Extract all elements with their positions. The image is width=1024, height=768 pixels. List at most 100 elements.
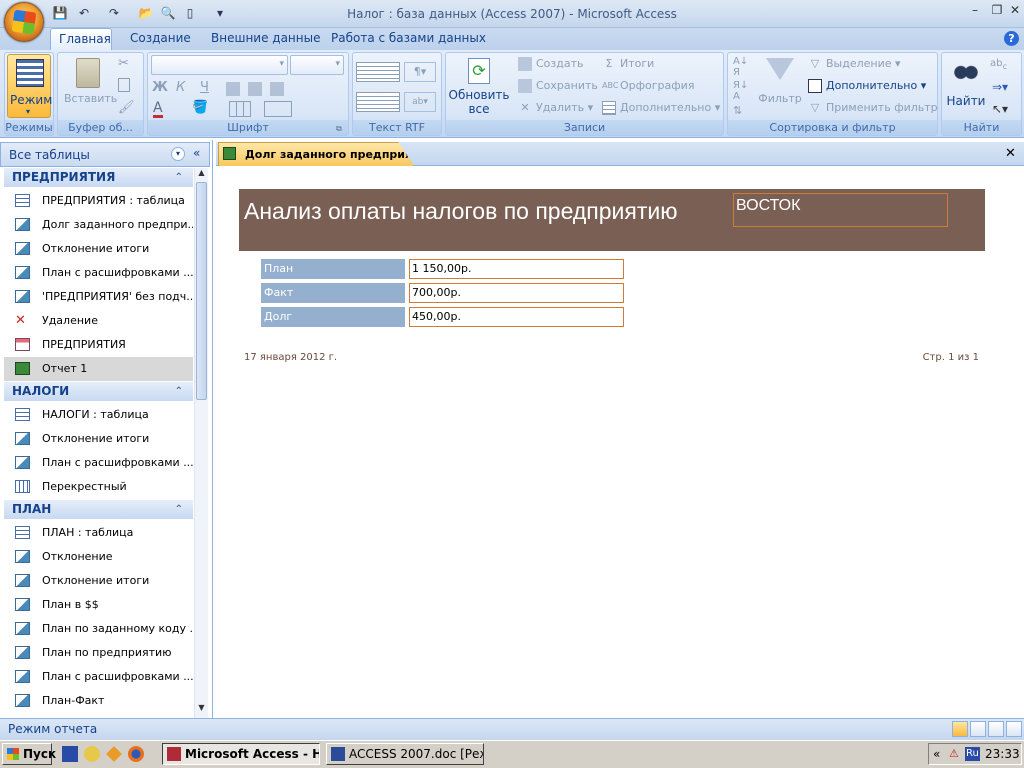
- more-records-icon: [602, 101, 616, 115]
- nav-pane-header[interactable]: Все таблицы ▾ «: [0, 142, 210, 167]
- underline-button[interactable]: Ч: [200, 80, 209, 95]
- taskbar-access-task[interactable]: Microsoft Access - На...: [162, 743, 320, 765]
- goto-icon[interactable]: ⇒▾: [992, 80, 1008, 94]
- scroll-thumb[interactable]: [196, 182, 207, 400]
- nav-group-header[interactable]: ПЛАН ⌃: [4, 500, 193, 519]
- design-view-icon[interactable]: [1006, 721, 1022, 737]
- nav-menu-chevron-icon[interactable]: ▾: [171, 147, 185, 161]
- help-icon[interactable]: ?: [1004, 31, 1019, 46]
- refresh-all-button[interactable]: ⟳ Обновить все: [448, 56, 510, 118]
- layout-view-icon[interactable]: [988, 721, 1004, 737]
- taskbar-word-task[interactable]: ACCESS 2007.doc [Режи...: [326, 743, 484, 765]
- advanced-filter-button[interactable]: Дополнительно ▾: [808, 79, 926, 93]
- apply-filter-button[interactable]: ▽ Применить фильтр: [808, 101, 938, 115]
- spelling-button[interactable]: ABC Орфография: [602, 79, 694, 93]
- sort-descending-icon[interactable]: Я↓ A: [733, 80, 748, 102]
- bold-button[interactable]: Ж: [152, 80, 168, 95]
- delete-record-button[interactable]: ✕ Удалить ▾: [518, 101, 593, 115]
- quicklaunch-app-icon[interactable]: [84, 746, 100, 762]
- nav-item[interactable]: План с расшифровками ...: [4, 665, 193, 689]
- format-painter-icon[interactable]: 🖌: [118, 100, 135, 115]
- paste-button[interactable]: Вставить: [64, 56, 117, 114]
- font-color-button[interactable]: A: [153, 101, 163, 118]
- find-button[interactable]: Найти: [944, 56, 988, 114]
- nav-item[interactable]: Отклонение итоги: [4, 427, 193, 451]
- firefox-icon[interactable]: [128, 746, 144, 762]
- copy-icon[interactable]: [118, 78, 130, 92]
- minimize-icon[interactable]: –: [966, 3, 984, 17]
- shutter-bar-close-icon[interactable]: «: [193, 146, 200, 160]
- save-record-button[interactable]: Сохранить: [518, 79, 598, 93]
- nav-item[interactable]: План по предприятию: [4, 641, 193, 665]
- collapse-chevron-icon[interactable]: ⌃: [175, 500, 183, 519]
- nav-item[interactable]: План по заданному коду ...: [4, 617, 193, 641]
- nav-item[interactable]: Перекрестный: [4, 475, 193, 499]
- sort-ascending-icon[interactable]: A↓ Я: [733, 56, 748, 78]
- query-icon: [15, 242, 30, 255]
- language-indicator[interactable]: Ru: [965, 747, 980, 761]
- close-icon[interactable]: ✕: [1006, 3, 1024, 17]
- tab-create[interactable]: Создание: [122, 28, 199, 50]
- align-buttons[interactable]: [226, 82, 292, 96]
- view-button[interactable]: Режим ▾: [7, 54, 52, 118]
- totals-button[interactable]: Σ Итоги: [602, 57, 655, 71]
- indent-icon[interactable]: [356, 62, 400, 82]
- select-cursor-icon[interactable]: ↖▾: [992, 102, 1008, 116]
- italic-button[interactable]: К: [176, 80, 185, 95]
- tab-database-tools[interactable]: Работа с базами данных: [323, 28, 494, 50]
- filter-button[interactable]: Фильтр: [757, 56, 803, 114]
- nav-item[interactable]: Отклонение: [4, 545, 193, 569]
- restore-icon[interactable]: ❐: [988, 3, 1006, 17]
- collapse-chevron-icon[interactable]: ⌃: [175, 382, 183, 401]
- clear-sort-icon[interactable]: ⇅: [733, 104, 742, 117]
- font-size-combo[interactable]: ▾: [290, 55, 344, 75]
- collapse-chevron-icon[interactable]: ⌃: [175, 168, 183, 187]
- fill-color-icon[interactable]: 🪣: [192, 100, 208, 115]
- group-modes-label: Режимы: [5, 120, 53, 135]
- nav-item[interactable]: План с расшифровками ...: [4, 451, 193, 475]
- scroll-down-icon[interactable]: ▼: [195, 703, 208, 716]
- nav-group-header[interactable]: НАЛОГИ ⌃: [4, 382, 193, 401]
- start-button[interactable]: Пуск: [2, 743, 56, 765]
- paragraph-icon[interactable]: ¶▾: [404, 62, 436, 82]
- nav-item[interactable]: 'ПРЕДПРИЯТИЯ' без подч...: [4, 285, 193, 309]
- highlight-icon[interactable]: ab▾: [404, 92, 436, 112]
- nav-group-header[interactable]: ПРЕДПРИЯТИЯ ⌃: [4, 168, 193, 187]
- nav-item[interactable]: План-Факт: [4, 689, 193, 713]
- nav-item[interactable]: Отклонение итоги: [4, 237, 193, 261]
- alternate-fill-icon[interactable]: [264, 101, 292, 117]
- nav-item[interactable]: ПЛАН : таблица: [4, 521, 193, 545]
- tab-external-data[interactable]: Внешние данные: [203, 28, 328, 50]
- nav-scrollbar[interactable]: ▲ ▼: [194, 168, 208, 718]
- nav-item-label: ПРЕДПРИЯТИЯ: [42, 338, 126, 351]
- gridlines-icon[interactable]: [229, 101, 251, 117]
- tray-expand-icon[interactable]: «: [933, 744, 940, 764]
- nav-item[interactable]: ✕ Удаление: [4, 309, 193, 333]
- document-tab[interactable]: Долг заданного предприятия: [218, 142, 414, 166]
- office-button[interactable]: [4, 2, 44, 42]
- tab-home[interactable]: Главная: [50, 28, 112, 50]
- close-document-icon[interactable]: ✕: [1005, 146, 1016, 161]
- report-view-icon[interactable]: [952, 721, 968, 737]
- font-name-combo[interactable]: ▾: [151, 55, 288, 75]
- print-preview-view-icon[interactable]: [970, 721, 986, 737]
- nav-item[interactable]: Долг заданного предпри...: [4, 213, 193, 237]
- tray-alert-icon[interactable]: ⚠: [949, 747, 961, 761]
- nav-item[interactable]: ПРЕДПРИЯТИЯ : таблица: [4, 189, 193, 213]
- scroll-up-icon[interactable]: ▲: [195, 168, 208, 181]
- nav-item[interactable]: ПРЕДПРИЯТИЯ: [4, 333, 193, 357]
- nav-item[interactable]: НАЛОГИ : таблица: [4, 403, 193, 427]
- selection-button[interactable]: ▽ Выделение ▾: [808, 57, 901, 71]
- dialog-launcher-icon[interactable]: ⧉: [336, 124, 342, 134]
- nav-item[interactable]: Отклонение итоги: [4, 569, 193, 593]
- quicklaunch-desktop-icon[interactable]: [62, 746, 78, 762]
- list-icon[interactable]: [356, 92, 400, 112]
- more-records-button[interactable]: Дополнительно ▾: [602, 101, 720, 115]
- scissors-icon[interactable]: ✂: [118, 56, 129, 71]
- nav-item[interactable]: План с расшифровками ...: [4, 261, 193, 285]
- filter-label: Фильтр: [758, 92, 802, 105]
- replace-icon[interactable]: abc: [990, 58, 1007, 71]
- new-record-button[interactable]: Создать: [518, 57, 584, 71]
- nav-item[interactable]: План в $$: [4, 593, 193, 617]
- nav-item[interactable]: Отчет 1: [4, 357, 193, 381]
